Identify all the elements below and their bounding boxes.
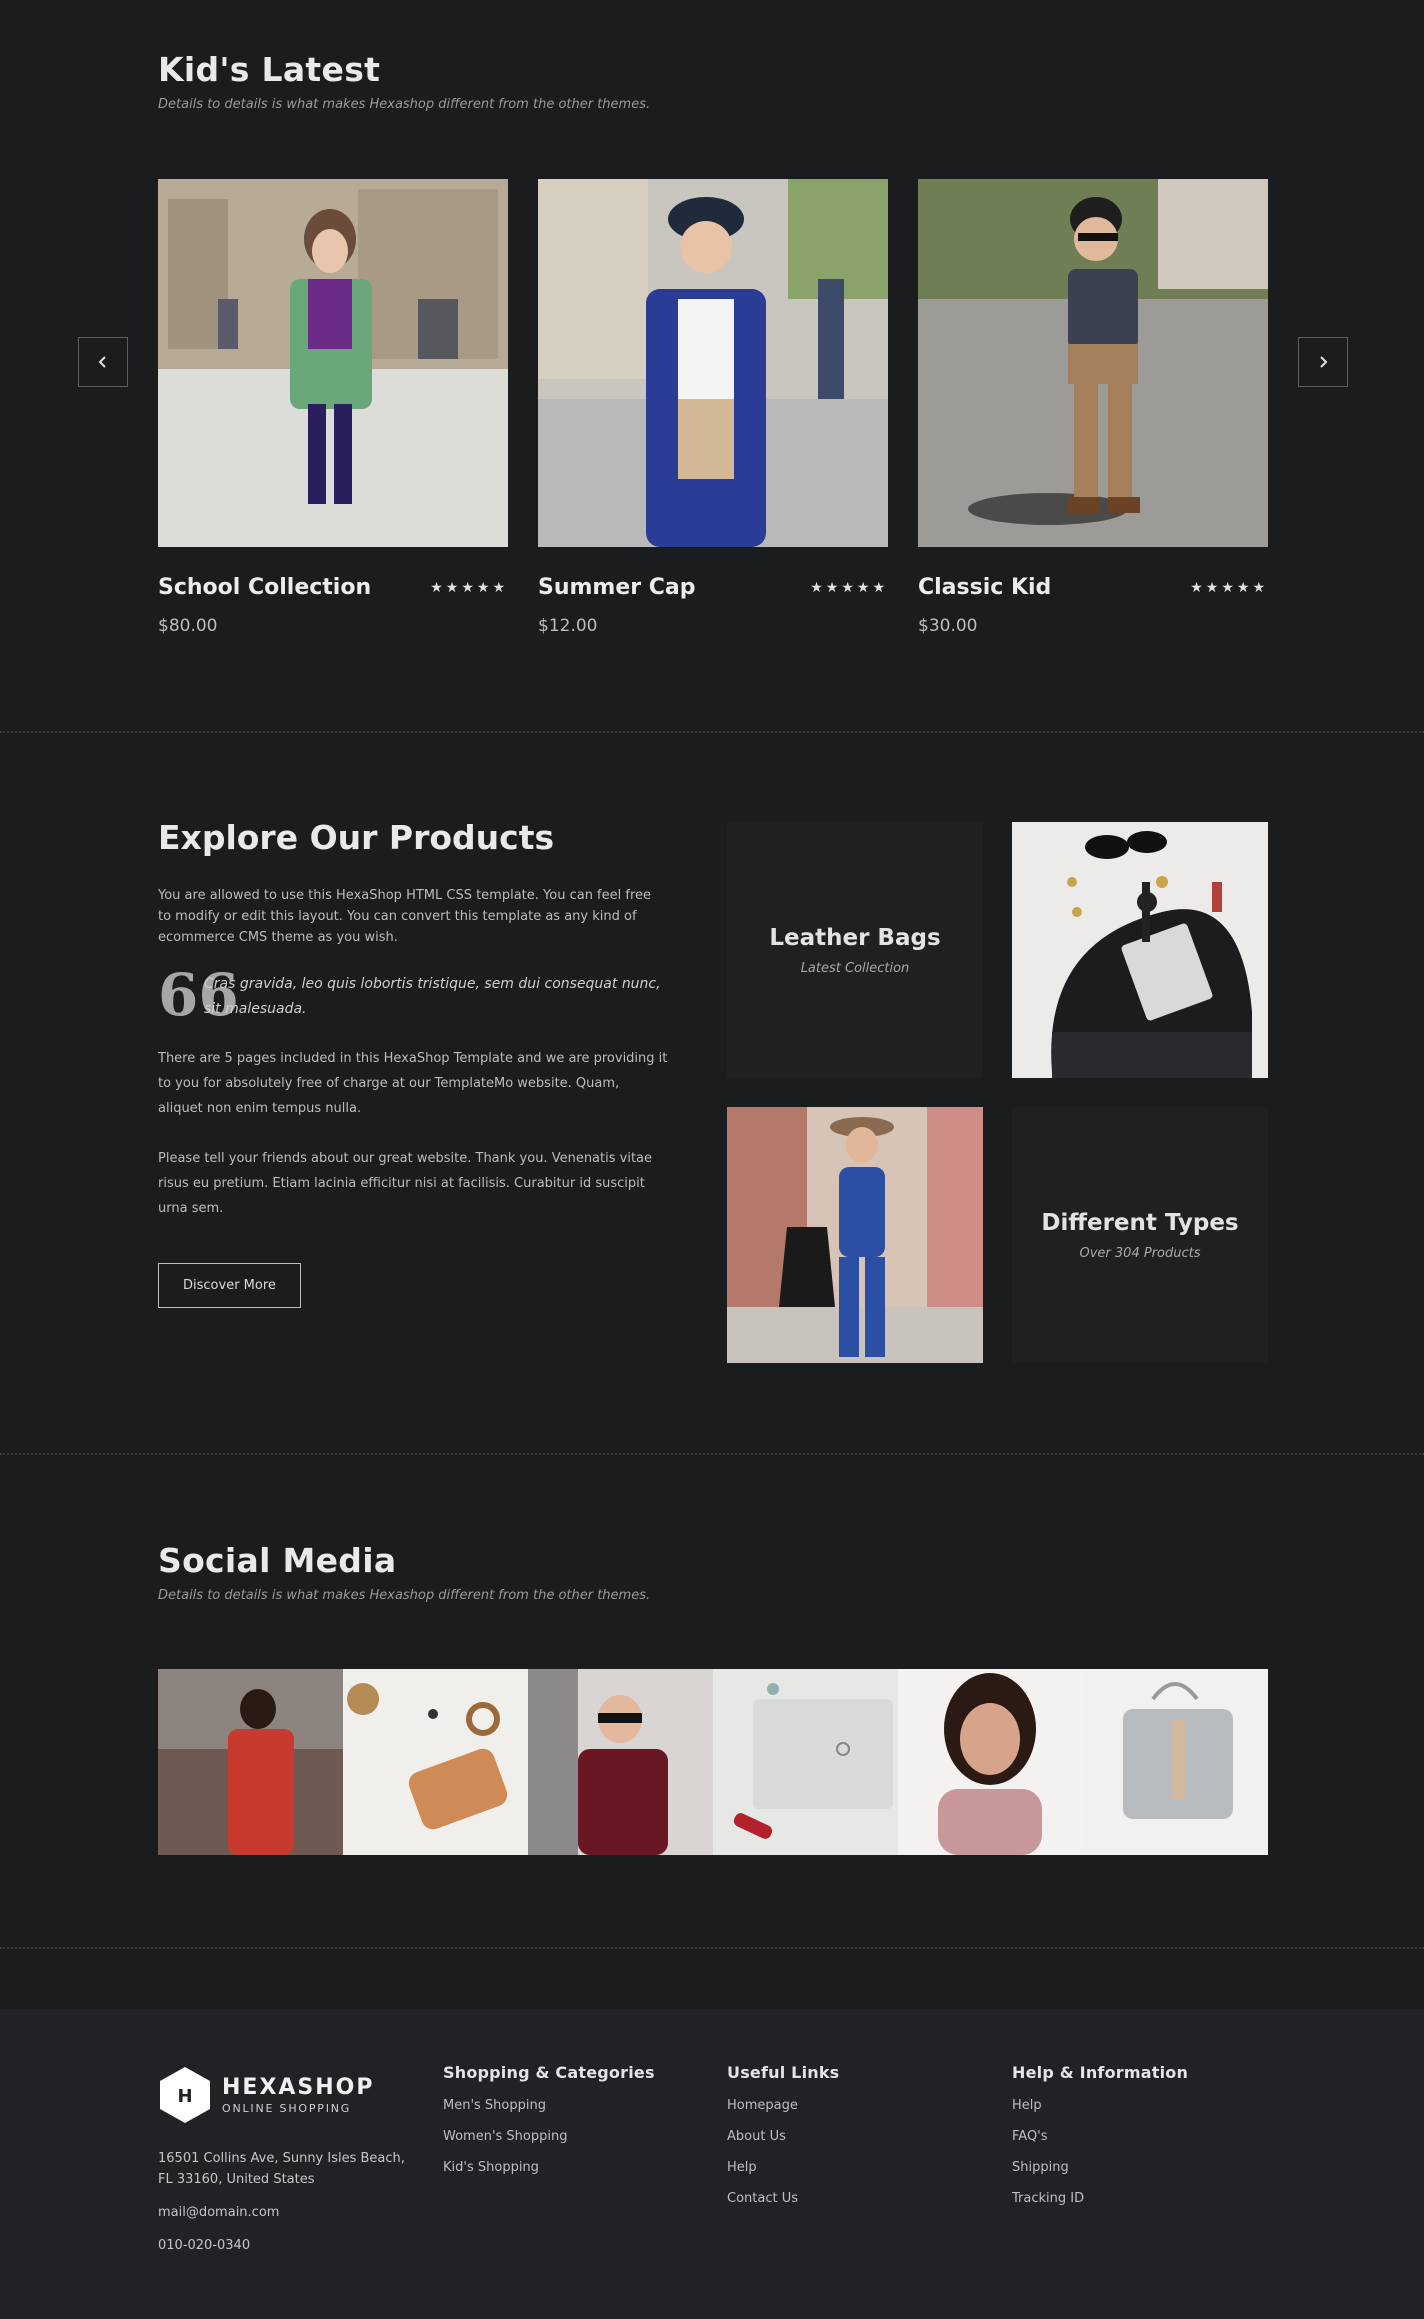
footer-link-womens-shopping[interactable]: Women's Shopping: [443, 2129, 655, 2144]
explore-paragraph-1: You are allowed to use this HexaShop HTM…: [158, 888, 652, 945]
chevron-left-icon: [98, 356, 106, 368]
logo-letter: H: [177, 2086, 192, 2107]
explore-tile-grid: Leather Bags Latest Collection Different…: [727, 822, 1268, 1363]
woman-with-bag-image[interactable]: [727, 1107, 983, 1363]
tile-subtitle: Over 304 Products: [1079, 1245, 1201, 1261]
social-section-title: Social Media: [158, 1541, 397, 1580]
product-price: $30.00: [918, 616, 978, 636]
carousel-next-button[interactable]: [1298, 337, 1348, 387]
footer-link-kids-shopping[interactable]: Kid's Shopping: [443, 2160, 655, 2175]
kids-section-subtitle: Details to details is what makes Hexasho…: [158, 97, 651, 112]
tile-subtitle: Latest Collection: [800, 960, 910, 976]
footer-link-contact-us[interactable]: Contact Us: [727, 2191, 839, 2206]
product-image[interactable]: [158, 179, 508, 547]
footer-address-line-1: 16501 Collins Ave, Sunny Isles Beach,: [158, 2151, 405, 2166]
quote-text: Cras gravida, leo quis lobortis tristiqu…: [204, 976, 661, 1017]
product-rating-stars: ★★★★★: [810, 579, 888, 596]
explore-paragraph-3: Please tell your friends about our great…: [158, 1151, 653, 1216]
footer-link-help-info[interactable]: Help: [1012, 2098, 1188, 2113]
social-image-strip: [158, 1669, 1268, 1855]
logo-tagline: ONLINE SHOPPING: [222, 2102, 352, 2115]
footer-shopping-column: Shopping & Categories Men's Shopping Wom…: [443, 2063, 655, 2191]
social-image[interactable]: [1083, 1669, 1268, 1855]
explore-quote: 66 Cras gravida, leo quis lobortis trist…: [158, 961, 668, 1029]
footer-link-shipping[interactable]: Shipping: [1012, 2160, 1188, 2175]
section-divider: [0, 1947, 1424, 1949]
logo-name: HEXASHOP: [222, 2075, 375, 2100]
bags-flatlay-image[interactable]: [1012, 822, 1268, 1078]
kids-section-title: Kid's Latest: [158, 50, 381, 89]
explore-title: Explore Our Products: [158, 818, 555, 857]
footer-email[interactable]: mail@domain.com: [158, 2202, 405, 2223]
product-rating-stars: ★★★★★: [430, 579, 508, 596]
footer-brand-column: H HEXASHOP ONLINE SHOPPING 16501 Collins…: [158, 2066, 405, 2256]
product-rating-stars: ★★★★★: [1190, 579, 1268, 596]
footer-logo[interactable]: H HEXASHOP ONLINE SHOPPING: [158, 2066, 405, 2124]
product-price: $80.00: [158, 616, 218, 636]
footer-column-title: Help & Information: [1012, 2063, 1189, 2082]
tile-title: Leather Bags: [769, 924, 941, 951]
chevron-right-icon: [1320, 356, 1328, 368]
footer-address-line-2: FL 33160, United States: [158, 2172, 315, 2187]
quote-icon: 66: [158, 961, 239, 1029]
site-footer: H HEXASHOP ONLINE SHOPPING 16501 Collins…: [0, 2009, 1424, 2319]
different-types-tile[interactable]: Different Types Over 304 Products: [1012, 1107, 1268, 1363]
social-section-header: Social Media Details to details is what …: [158, 1541, 1268, 1603]
footer-help-column: Help & Information Help FAQ's Shipping T…: [1012, 2063, 1188, 2222]
hexagon-logo-icon: H: [160, 2067, 210, 2123]
product-name[interactable]: School Collection: [158, 575, 371, 600]
product-name[interactable]: Summer Cap: [538, 575, 696, 600]
footer-link-faqs[interactable]: FAQ's: [1012, 2129, 1188, 2144]
footer-link-about-us[interactable]: About Us: [727, 2129, 839, 2144]
kids-product-carousel: School Collection ★★★★★ $80.00 Summer Ca…: [158, 179, 1268, 636]
leather-bags-tile[interactable]: Leather Bags Latest Collection: [727, 822, 983, 1078]
social-image[interactable]: [898, 1669, 1083, 1855]
footer-useful-links-column: Useful Links Homepage About Us Help Cont…: [727, 2063, 839, 2222]
section-divider: [0, 1453, 1424, 1455]
product-card[interactable]: School Collection ★★★★★ $80.00: [158, 179, 508, 636]
footer-column-title: Shopping & Categories: [443, 2063, 655, 2082]
explore-text-column: Explore Our Products You are allowed to …: [158, 818, 668, 1308]
footer-phone: 010-020-0340: [158, 2238, 251, 2253]
social-image[interactable]: [713, 1669, 898, 1855]
kids-section-header: Kid's Latest Details to details is what …: [158, 50, 1268, 112]
discover-more-button[interactable]: Discover More: [158, 1263, 301, 1308]
product-name[interactable]: Classic Kid: [918, 575, 1051, 600]
product-card[interactable]: Summer Cap ★★★★★ $12.00: [538, 179, 888, 636]
social-image[interactable]: [343, 1669, 528, 1855]
product-image[interactable]: [918, 179, 1268, 547]
product-price: $12.00: [538, 616, 598, 636]
footer-link-homepage[interactable]: Homepage: [727, 2098, 839, 2113]
footer-column-title: Useful Links: [727, 2063, 840, 2082]
product-card[interactable]: Classic Kid ★★★★★ $30.00: [918, 179, 1268, 636]
footer-link-mens-shopping[interactable]: Men's Shopping: [443, 2098, 655, 2113]
social-image[interactable]: [158, 1669, 343, 1855]
section-divider: [0, 731, 1424, 733]
footer-link-tracking-id[interactable]: Tracking ID: [1012, 2191, 1188, 2206]
tile-title: Different Types: [1041, 1209, 1239, 1236]
social-image[interactable]: [528, 1669, 713, 1855]
explore-paragraph-2: There are 5 pages included in this HexaS…: [158, 1051, 668, 1116]
footer-link-help[interactable]: Help: [727, 2160, 839, 2175]
carousel-prev-button[interactable]: [78, 337, 128, 387]
product-image[interactable]: [538, 179, 888, 547]
social-section-subtitle: Details to details is what makes Hexasho…: [158, 1588, 651, 1603]
